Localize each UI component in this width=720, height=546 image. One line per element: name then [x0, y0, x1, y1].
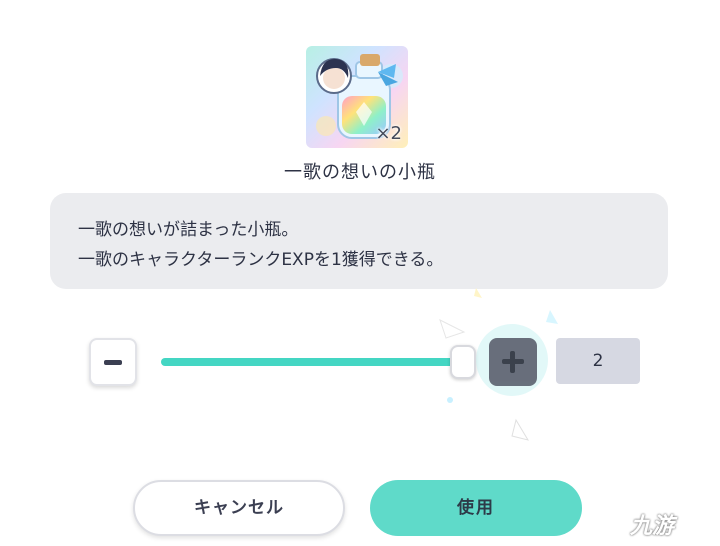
quantity-value[interactable]: 2 — [556, 338, 640, 384]
use-button[interactable]: 使用 — [370, 480, 582, 536]
item-thumbnail: ×2 — [306, 46, 408, 148]
item-description-line-1: 一歌の想いが詰まった小瓶。 — [78, 220, 299, 240]
decrease-quantity-button[interactable] — [89, 338, 137, 386]
cancel-button[interactable]: キャンセル — [133, 480, 345, 536]
minus-icon — [104, 360, 122, 365]
item-description-line-2: 一歌のキャラクターランクEXPを1獲得できる。 — [78, 250, 444, 270]
watermark-logo: 九游 — [630, 514, 675, 539]
item-quantity-badge: ×2 — [375, 123, 402, 144]
item-title: 一歌の想いの小瓶 — [284, 162, 436, 183]
item-use-dialog: ×2 一歌の想いの小瓶 一歌の想いが詰まった小瓶。 一歌のキャラクターランクEX… — [0, 0, 720, 546]
item-description-box: 一歌の想いが詰まった小瓶。 一歌のキャラクターランクEXPを1獲得できる。 — [50, 193, 668, 289]
increase-quantity-button[interactable] — [489, 338, 537, 386]
